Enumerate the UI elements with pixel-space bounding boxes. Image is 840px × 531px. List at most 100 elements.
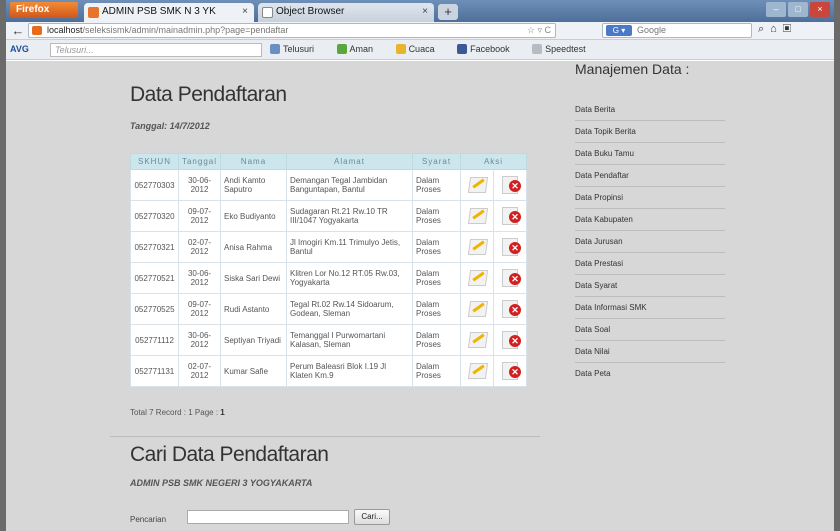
tab-object-browser[interactable]: Object Browser × [258, 3, 434, 22]
avg-search-input[interactable]: Telusuri... [50, 43, 262, 57]
sidebar-item-data-propinsi[interactable]: Data Propinsi [575, 187, 725, 209]
edit-button[interactable] [460, 200, 494, 232]
search-input-field[interactable] [187, 510, 349, 524]
cell-nama: Siska Sari Dewi [220, 262, 287, 294]
table-row: 052771112 30-06-2012 Septiyan Triyadi Te… [130, 324, 527, 356]
sidebar-title: Manajemen Data : [575, 61, 690, 77]
sidebar-item-data-jurusan[interactable]: Data Jurusan [575, 231, 725, 253]
sidebar-item-data-informasi-smk[interactable]: Data Informasi SMK [575, 297, 725, 319]
page-link[interactable]: 1 [220, 408, 224, 417]
avg-search-button[interactable]: Telusuri [270, 44, 324, 54]
column-header-alamat: Alamat [286, 153, 413, 170]
tab-title: ADMIN PSB SMK N 3 YK [102, 6, 216, 17]
delete-icon [500, 175, 521, 194]
delete-button[interactable] [493, 200, 527, 232]
search-icon [270, 44, 280, 54]
cell-alamat: Temanggal I Purwomartani Kalasan, Sleman [286, 324, 413, 356]
cell-tanggal: 09-07-2012 [178, 200, 221, 232]
tab-bar: Firefox ADMIN PSB SMK N 3 YK × Object Br… [6, 0, 834, 22]
tab-title: Object Browser [276, 6, 345, 17]
avg-weather-button[interactable]: Cuaca [395, 44, 445, 54]
search-section-subtitle: ADMIN PSB SMK NEGERI 3 YOGYAKARTA [130, 478, 313, 488]
search-button[interactable]: Cari... [354, 509, 390, 525]
page-icon [262, 7, 273, 18]
delete-icon [500, 299, 521, 318]
cell-skhun: 052770525 [130, 293, 179, 325]
column-header-skhun: SKHUN [130, 153, 179, 170]
window-close-icon[interactable]: × [810, 2, 830, 17]
edit-button[interactable] [460, 324, 494, 356]
address-bar[interactable]: localhost/seleksismk/admin/mainadmin.php… [28, 23, 556, 38]
cell-tanggal: 09-07-2012 [178, 293, 221, 325]
close-tab-icon[interactable]: × [242, 3, 248, 21]
cell-skhun: 052770321 [130, 231, 179, 263]
edit-button[interactable] [460, 231, 494, 263]
date-label: Tanggal: 14/7/2012 [130, 121, 210, 131]
site-identity-icon [32, 26, 42, 35]
cell-nama: Septiyan Triyadi [220, 324, 287, 356]
sidebar-item-data-nilai[interactable]: Data Nilai [575, 341, 725, 363]
firefox-menu-button[interactable]: Firefox [10, 2, 78, 18]
search-input[interactable]: G ▾ Google [602, 23, 752, 38]
cell-tanggal: 02-07-2012 [178, 355, 221, 387]
cell-syarat: Dalam Proses [412, 324, 461, 356]
table-row: 052770303 30-06-2012 Andi Kamto Saputro … [130, 169, 527, 201]
cell-tanggal: 30-06-2012 [178, 324, 221, 356]
close-tab-icon[interactable]: × [422, 3, 428, 21]
delete-icon [500, 206, 521, 225]
home-icon[interactable]: ⌕⌂▣ [758, 23, 797, 36]
delete-button[interactable] [493, 355, 527, 387]
delete-button[interactable] [493, 324, 527, 356]
bookmark-star-icon[interactable]: ☆ ▿ C [527, 24, 551, 37]
tab-admin-psb[interactable]: ADMIN PSB SMK N 3 YK × [84, 3, 254, 22]
maximize-icon[interactable]: □ [788, 2, 808, 17]
edit-pencil-icon [467, 330, 487, 348]
edit-button[interactable] [460, 293, 494, 325]
edit-button[interactable] [460, 355, 494, 387]
cell-skhun: 052771112 [130, 324, 179, 356]
cell-tanggal: 02-07-2012 [178, 231, 221, 263]
avg-logo[interactable]: AVG [10, 44, 29, 54]
section-divider [110, 436, 540, 437]
column-header-tanggal: Tanggal [178, 153, 221, 170]
edit-pencil-icon [467, 206, 487, 224]
minimize-icon[interactable]: – [766, 2, 786, 17]
registration-table: SKHUN Tanggal Nama Alamat Syarat Aksi 05… [130, 153, 527, 387]
sidebar-item-data-prestasi[interactable]: Data Prestasi [575, 253, 725, 275]
cell-nama: Andi Kamto Saputro [220, 169, 287, 201]
sidebar-item-data-berita[interactable]: Data Berita [575, 99, 725, 121]
sidebar-item-data-topik-berita[interactable]: Data Topik Berita [575, 121, 725, 143]
page-content: Data Pendaftaran Tanggal: 14/7/2012 SKHU… [6, 61, 834, 531]
sidebar-item-data-soal[interactable]: Data Soal [575, 319, 725, 341]
edit-button[interactable] [460, 169, 494, 201]
cell-syarat: Dalam Proses [412, 231, 461, 263]
cell-syarat: Dalam Proses [412, 169, 461, 201]
delete-button[interactable] [493, 262, 527, 294]
delete-button[interactable] [493, 169, 527, 201]
avg-safe-button[interactable]: Aman [336, 44, 384, 54]
avg-toolbar-items: Telusuri Aman Cuaca Facebook Speedtest [270, 44, 606, 54]
sidebar-item-data-kabupaten[interactable]: Data Kabupaten [575, 209, 725, 231]
cell-syarat: Dalam Proses [412, 355, 461, 387]
search-section-title: Cari Data Pendaftaran [130, 443, 329, 466]
cell-skhun: 052771131 [130, 355, 179, 387]
delete-button[interactable] [493, 293, 527, 325]
delete-icon [500, 268, 521, 287]
avg-facebook-button[interactable]: Facebook [457, 44, 520, 54]
table-row: 052770320 09-07-2012 Eko Budiyanto Sudag… [130, 200, 527, 232]
column-header-nama: Nama [220, 153, 287, 170]
browser-window: Firefox ADMIN PSB SMK N 3 YK × Object Br… [0, 0, 840, 531]
sidebar-item-data-peta[interactable]: Data Peta [575, 363, 725, 385]
avg-speedtest-button[interactable]: Speedtest [532, 44, 596, 54]
page-title: Data Pendaftaran [130, 83, 287, 106]
delete-button[interactable] [493, 231, 527, 263]
sidebar-item-data-syarat[interactable]: Data Syarat [575, 275, 725, 297]
edit-button[interactable] [460, 262, 494, 294]
sidebar-item-data-buku-tamu[interactable]: Data Buku Tamu [575, 143, 725, 165]
cell-alamat: Klitren Lor No.12 RT.05 Rw.03, Yogyakart… [286, 262, 413, 294]
cell-alamat: Tegal Rt.02 Rw.14 Sidoarum, Godean, Slem… [286, 293, 413, 325]
back-arrow-icon[interactable]: ← [10, 23, 26, 39]
sidebar-item-data-pendaftar[interactable]: Data Pendaftar [575, 165, 725, 187]
new-tab-button[interactable]: + [438, 4, 458, 20]
edit-pencil-icon [467, 361, 487, 379]
